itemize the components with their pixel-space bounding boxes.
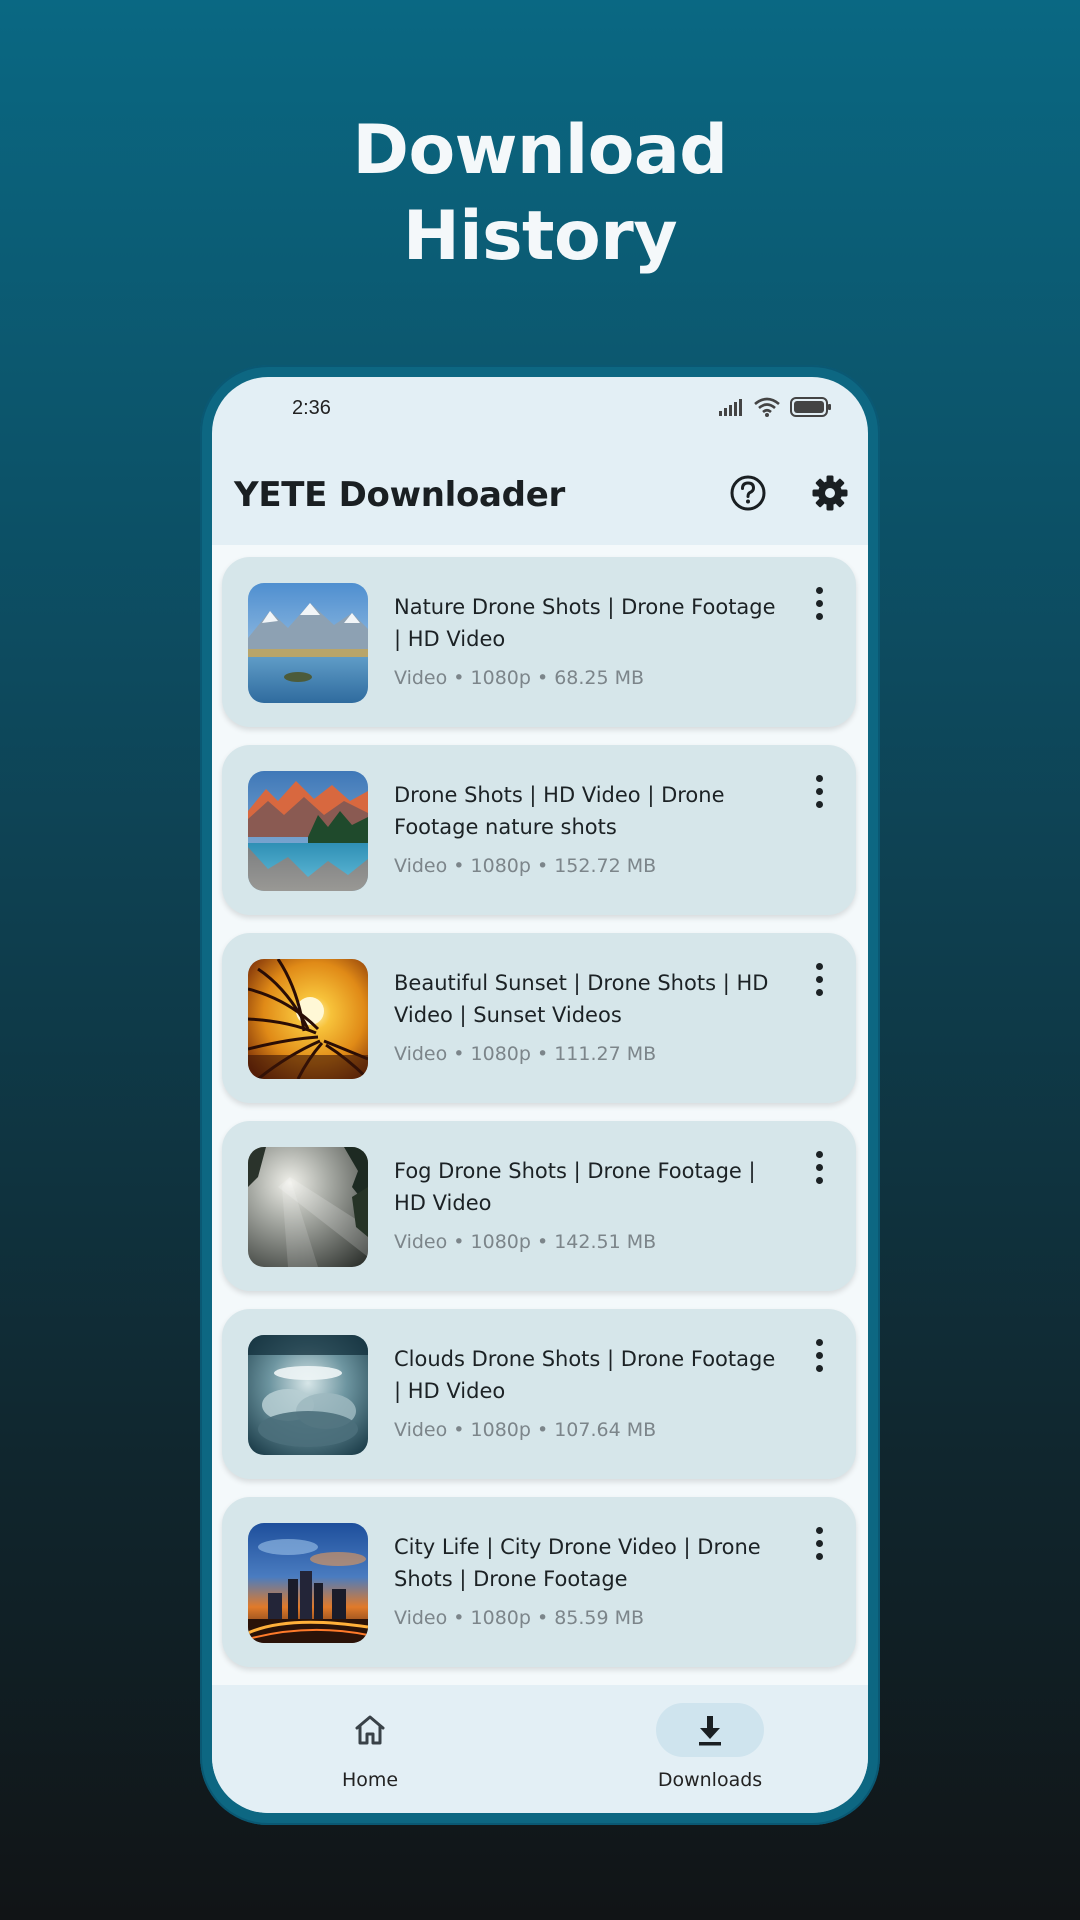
download-icon <box>699 1716 721 1746</box>
phone-frame: 2:36 YETE Downloader Nature Drone Shots … <box>200 365 880 1825</box>
more-options-button[interactable] <box>804 767 834 815</box>
download-title: Beautiful Sunset | Drone Shots | HD Vide… <box>394 971 769 1027</box>
help-button[interactable] <box>724 469 772 517</box>
nav-pill-downloads <box>656 1703 764 1757</box>
more-options-button[interactable] <box>804 1331 834 1379</box>
more-options-button[interactable] <box>804 1143 834 1191</box>
download-item[interactable]: Drone Shots | HD Video | Drone Footage n… <box>222 745 856 915</box>
headline-line-2: History <box>402 197 678 276</box>
settings-button[interactable] <box>806 469 854 517</box>
bottom-navigation: Home Downloads <box>212 1685 868 1813</box>
download-title: Drone Shots | HD Video | Drone Footage n… <box>394 783 725 839</box>
download-list[interactable]: Nature Drone Shots | Drone Footage | HD … <box>212 545 868 1685</box>
download-item[interactable]: City Life | City Drone Video | Drone Sho… <box>222 1497 856 1667</box>
more-vert-icon <box>815 774 823 782</box>
thumbnail-alpine-lake <box>248 771 368 891</box>
download-meta: Video • 1080p • 107.64 MB <box>394 1419 657 1441</box>
download-item[interactable]: Beautiful Sunset | Drone Shots | HD Vide… <box>222 933 856 1103</box>
nav-item-home[interactable]: Home <box>300 1703 440 1803</box>
help-icon <box>730 475 766 511</box>
download-title: Nature Drone Shots | Drone Footage | HD … <box>394 595 776 651</box>
download-title: Clouds Drone Shots | Drone Footage | HD … <box>394 1347 776 1403</box>
download-item[interactable]: Nature Drone Shots | Drone Footage | HD … <box>222 557 856 727</box>
more-vert-icon <box>815 1338 823 1346</box>
download-meta: Video • 1080p • 152.72 MB <box>394 855 657 877</box>
thumbnail-sunset-palm <box>248 959 368 1079</box>
download-meta: Video • 1080p • 142.51 MB <box>394 1231 657 1253</box>
nav-label-downloads: Downloads <box>657 1769 763 1791</box>
nav-label-home: Home <box>341 1769 399 1791</box>
status-time: 2:36 <box>292 397 331 419</box>
app-bar: YETE Downloader <box>212 441 868 541</box>
promo-headline: Download History <box>0 108 1080 280</box>
download-meta: Video • 1080p • 85.59 MB <box>394 1607 645 1629</box>
nav-pill-home <box>316 1703 424 1757</box>
more-vert-icon <box>815 1526 823 1534</box>
headline-line-1: Download <box>352 111 728 190</box>
battery-icon <box>790 397 831 417</box>
download-meta: Video • 1080p • 68.25 MB <box>394 667 645 689</box>
status-icons <box>718 397 832 417</box>
thumbnail-fog-forest <box>248 1147 368 1267</box>
thumbnail-clouds <box>248 1335 368 1455</box>
download-title: Fog Drone Shots | Drone Footage | HD Vid… <box>394 1159 756 1215</box>
more-options-button[interactable] <box>804 579 834 627</box>
app-title: YETE Downloader <box>234 475 565 515</box>
more-vert-icon <box>815 586 823 594</box>
home-icon <box>355 1715 385 1745</box>
more-vert-icon <box>815 1150 823 1158</box>
wifi-icon <box>754 397 780 417</box>
signal-icon <box>719 399 742 416</box>
download-title: City Life | City Drone Video | Drone Sho… <box>394 1535 761 1591</box>
more-options-button[interactable] <box>804 1519 834 1567</box>
more-vert-icon <box>815 962 823 970</box>
phone-screen: 2:36 YETE Downloader Nature Drone Shots … <box>212 377 868 1813</box>
download-item[interactable]: Clouds Drone Shots | Drone Footage | HD … <box>222 1309 856 1479</box>
thumbnail-mountain-lake <box>248 583 368 703</box>
gear-icon <box>812 475 848 511</box>
download-item[interactable]: Fog Drone Shots | Drone Footage | HD Vid… <box>222 1121 856 1291</box>
nav-item-downloads[interactable]: Downloads <box>640 1703 780 1803</box>
status-bar: 2:36 <box>212 377 868 441</box>
thumbnail-city-night <box>248 1523 368 1643</box>
more-options-button[interactable] <box>804 955 834 1003</box>
download-meta: Video • 1080p • 111.27 MB <box>394 1043 657 1065</box>
